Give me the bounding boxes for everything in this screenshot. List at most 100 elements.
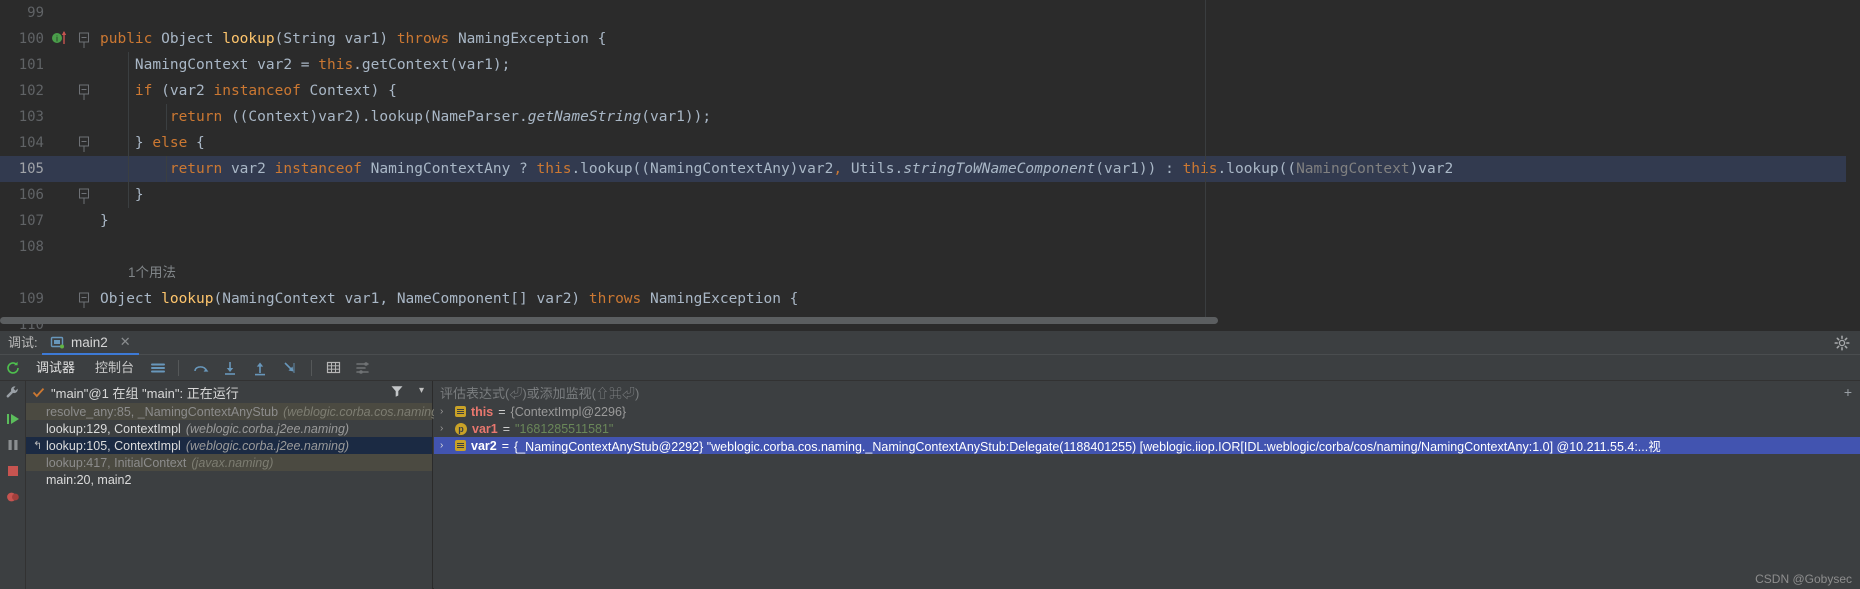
evaluate-expression-field[interactable]: 评估表达式(⏎)或添加监视(⇧⌘⏎) + (434, 381, 1860, 403)
chevron-right-icon[interactable]: › (440, 423, 450, 434)
stack-frame-row[interactable]: resolve_any:85, _NamingContextAnyStub (we… (26, 403, 442, 420)
thread-selector[interactable]: "main"@1 在组 "main": 正在运行 ▾ (26, 381, 432, 403)
code-text: } (100, 182, 144, 208)
tab-console[interactable]: 控制台 (85, 355, 144, 381)
evaluate-expression-placeholder: 评估表达式(⏎)或添加监视(⇧⌘⏎) (440, 385, 640, 401)
code-token: Context) { (309, 83, 397, 99)
view-breakpoints-icon[interactable] (5, 489, 21, 505)
tab-debugger[interactable]: 调试器 (26, 355, 85, 381)
breakpoint-icon[interactable]: i (50, 26, 72, 51)
code-line[interactable]: 104 } else { (0, 130, 1860, 156)
stack-frame-row[interactable]: lookup:417, InitialContext (javax.naming) (26, 454, 432, 471)
code-fold-toggle[interactable] (78, 286, 92, 312)
rerun-icon[interactable] (0, 355, 26, 381)
code-text: if (var2 instanceof Context) { (100, 78, 397, 104)
line-number: 101 (18, 57, 44, 73)
add-watch-icon[interactable]: + (1844, 384, 1852, 400)
code-token: public (100, 31, 162, 47)
code-token: } (100, 187, 144, 203)
code-editor[interactable]: 99 100 i public Object lookup(String var1) … (0, 0, 1860, 330)
variable-value: {_NamingContextAnyStub@2292} "weblogic.c… (514, 440, 1661, 454)
pause-program-icon[interactable] (5, 437, 21, 453)
frames-pane: "main"@1 在组 "main": 正在运行 ▾ resolve_any:8… (26, 381, 442, 589)
wrench-icon[interactable] (5, 385, 21, 401)
code-token: ((Context)var2).lookup(NameParser. (230, 109, 528, 125)
code-fold-toggle[interactable] (78, 130, 92, 156)
svg-text:i: i (56, 35, 58, 44)
code-line[interactable]: 109 Object lookup(NamingContext var1, Nam… (0, 286, 1860, 312)
variable-row[interactable]: › p var1 = "1681285511581" (434, 420, 1860, 437)
force-step-into-icon[interactable] (275, 355, 305, 381)
toolbar-separator-2 (311, 359, 313, 376)
code-line[interactable]: 106 } (0, 182, 1860, 208)
code-line[interactable]: 105 return var2 instanceof NamingContext… (0, 156, 1860, 182)
code-token: .lookup((NamingContextAny)var2 (571, 161, 834, 177)
code-token: NamingException { (650, 291, 799, 307)
stack-frame-row[interactable]: main:20, main2 (26, 471, 432, 488)
variable-row[interactable]: › var2 = {_NamingContextAnyStub@2292} "we… (434, 437, 1860, 454)
code-token: )var2 (1409, 161, 1454, 177)
code-token: Utils. (850, 161, 904, 177)
debug-left-rail (0, 381, 26, 589)
stack-frame-package: (weblogic.corba.j2ee.naming) (185, 438, 350, 453)
debug-session-tab-main2[interactable]: main2 ✕ (42, 331, 139, 355)
step-into-icon[interactable] (215, 355, 245, 381)
code-fold-toggle[interactable] (78, 182, 92, 208)
code-token: getNameString (527, 109, 642, 125)
stack-frame-row[interactable]: lookup:129, ContextImpl (weblogic.corba.j… (26, 420, 432, 437)
evaluate-expression-icon[interactable] (318, 355, 348, 381)
variable-equals: = (498, 404, 506, 419)
code-line[interactable]: 1个用法 (0, 260, 1860, 286)
code-token: NamingContextAny ? (370, 161, 537, 177)
code-fold-toggle[interactable] (78, 78, 92, 104)
variable-row[interactable]: › this = {ContextImpl@2296} (434, 403, 1860, 420)
code-line[interactable]: 101 NamingContext var2 = this.getContext… (0, 52, 1860, 78)
layout-icon[interactable] (144, 355, 172, 381)
code-line[interactable]: 103 return ((Context)var2).lookup(NamePa… (0, 104, 1860, 130)
stack-frame-label: lookup:105, ContextImpl (46, 438, 181, 453)
filter-icon[interactable] (390, 384, 404, 398)
watermark: CSDN @Gobysec (1755, 572, 1852, 586)
stack-frame-row[interactable]: ↰ lookup:105, ContextImpl (weblogic.corba.… (26, 437, 432, 454)
chevron-right-icon[interactable]: › (440, 406, 450, 417)
editor-marker-bar[interactable] (1846, 0, 1860, 330)
close-icon[interactable]: ✕ (120, 334, 131, 350)
code-token: NamingContext var2 = (100, 57, 319, 73)
editor-horizontal-scrollbar[interactable] (0, 317, 1860, 324)
editor-hscrollbar-thumb[interactable] (0, 317, 1218, 324)
chevron-right-icon[interactable]: › (440, 440, 450, 451)
variable-name: var1 (472, 421, 498, 436)
stack-frame-label: resolve_any:85, _NamingContextAnyStub (46, 404, 279, 419)
code-line[interactable]: 102 if (var2 instanceof Context) { (0, 78, 1860, 104)
editor-right-margin-line (1205, 0, 1206, 318)
code-line[interactable]: 99 (0, 0, 1860, 26)
code-token: this (318, 57, 354, 73)
frames-settings-icon[interactable] (348, 355, 378, 381)
stack-frame-package: (weblogic.corba.cos.naming) (283, 404, 443, 419)
line-number: 109 (18, 291, 44, 307)
variable-value: {ContextImpl@2296} (510, 404, 627, 419)
chevron-down-icon[interactable]: ▾ (419, 385, 424, 396)
usage-hint[interactable]: 1个用法 (128, 260, 176, 286)
line-number: 100 (18, 31, 44, 47)
step-over-icon[interactable] (185, 355, 215, 381)
variables-list[interactable]: › this = {ContextImpl@2296} › p var1 = "1681… (434, 403, 1860, 454)
code-fold-toggle[interactable] (78, 26, 92, 52)
step-out-icon[interactable] (245, 355, 275, 381)
code-token: stringToWNameComponent (903, 161, 1096, 177)
call-stack-list[interactable]: resolve_any:85, _NamingContextAnyStub (we… (26, 403, 442, 488)
code-line[interactable]: 108 (0, 234, 1860, 260)
code-line[interactable]: 100 i public Object lookup(String var1) th… (0, 26, 1860, 52)
code-lines-container: 99 100 i public Object lookup(String var1) … (0, 0, 1860, 330)
stop-program-icon[interactable] (5, 463, 21, 479)
stack-frame-label: lookup:129, ContextImpl (46, 421, 181, 436)
code-text: Object lookup(NamingContext var1, NameCo… (100, 286, 798, 312)
gear-icon[interactable] (1834, 335, 1850, 351)
code-token: , (833, 161, 851, 177)
variable-name: var2 (471, 438, 497, 453)
stack-frame-label: lookup:417, InitialContext (46, 455, 187, 470)
code-line[interactable]: 107} (0, 208, 1860, 234)
resume-program-icon[interactable] (5, 411, 21, 427)
